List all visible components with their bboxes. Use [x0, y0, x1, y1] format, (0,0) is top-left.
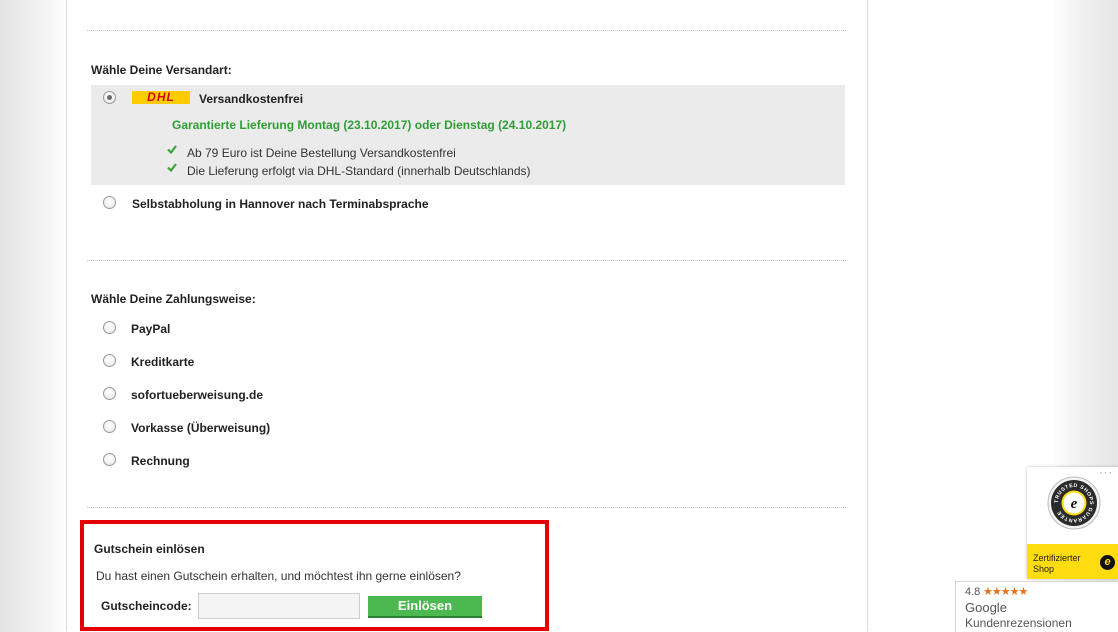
- payment-option-sofortueberweisung[interactable]: sofortueberweisung.de: [131, 388, 263, 402]
- checkmark-icon: [167, 145, 177, 154]
- google-rating-value: 4.8: [965, 586, 981, 598]
- svg-text:e: e: [1071, 496, 1078, 512]
- shipping-option-pickup-label[interactable]: Selbstabholung in Hannover nach Terminab…: [132, 197, 429, 211]
- payment-option-paypal[interactable]: PayPal: [131, 322, 170, 336]
- payment-radio-rechnung[interactable]: [103, 453, 116, 466]
- shipping-note-dhl-standard: Die Lieferung erfolgt via DHL-Standard (…: [187, 164, 531, 178]
- payment-radio-kreditkarte[interactable]: [103, 354, 116, 367]
- divider: [87, 260, 846, 261]
- coupon-description: Du hast einen Gutschein erhalten, und mö…: [96, 569, 461, 583]
- payment-radio-paypal[interactable]: [103, 321, 116, 334]
- divider: [87, 30, 846, 31]
- trusted-shops-seal-icon: e TRUSTED SHOPS GUARANTEE: [1047, 476, 1101, 530]
- google-logo-text: Google: [965, 600, 1007, 615]
- coupon-code-label: Gutscheincode:: [101, 599, 192, 613]
- coupon-title: Gutschein einlösen: [94, 542, 205, 556]
- trusted-shops-widget[interactable]: ··· e TRUSTED SHOPS GUARANTEE Zertifizie…: [1027, 467, 1118, 579]
- checkmark-icon: [167, 163, 177, 172]
- divider: [87, 507, 846, 508]
- trusted-shops-e-icon: e: [1100, 555, 1115, 570]
- payment-radio-sofortueberweisung[interactable]: [103, 387, 116, 400]
- redeem-coupon-button[interactable]: Einlösen: [368, 596, 482, 618]
- shipping-section-title: Wähle Deine Versandart:: [91, 63, 232, 77]
- payment-option-kreditkarte[interactable]: Kreditkarte: [131, 355, 194, 369]
- google-reviews-subtitle: Kundenrezensionen: [965, 616, 1072, 630]
- coupon-section: Gutschein einlösen Du hast einen Gutsche…: [80, 520, 549, 631]
- shipping-note-free: Ab 79 Euro ist Deine Bestellung Versandk…: [187, 146, 456, 160]
- payment-option-vorkasse[interactable]: Vorkasse (Überweisung): [131, 421, 270, 435]
- google-reviews-widget[interactable]: 4.8 ★★★★★ Google Kundenrezensionen: [955, 581, 1118, 632]
- dhl-logo: DHL: [132, 91, 190, 104]
- trusted-shops-badge-text: Zertifizierter Shop: [1033, 553, 1097, 575]
- trusted-shops-line2: Shop: [1033, 564, 1055, 574]
- payment-option-rechnung[interactable]: Rechnung: [131, 454, 190, 468]
- trusted-shops-badge-bar: Zertifizierter Shop e: [1027, 544, 1118, 579]
- shipping-radio-dhl[interactable]: [103, 91, 116, 104]
- delivery-guarantee: Garantierte Lieferung Montag (23.10.2017…: [172, 118, 567, 132]
- shipping-radio-pickup[interactable]: [103, 196, 116, 209]
- payment-radio-vorkasse[interactable]: [103, 420, 116, 433]
- shipping-option-dhl-label[interactable]: Versandkostenfrei: [199, 92, 303, 106]
- payment-section-title: Wähle Deine Zahlungsweise:: [91, 292, 256, 306]
- trusted-shops-line1: Zertifizierter: [1033, 553, 1081, 563]
- star-rating-icon: ★★★★★: [983, 586, 1028, 598]
- coupon-code-input[interactable]: [198, 593, 360, 619]
- more-options-icon[interactable]: ···: [1099, 467, 1113, 479]
